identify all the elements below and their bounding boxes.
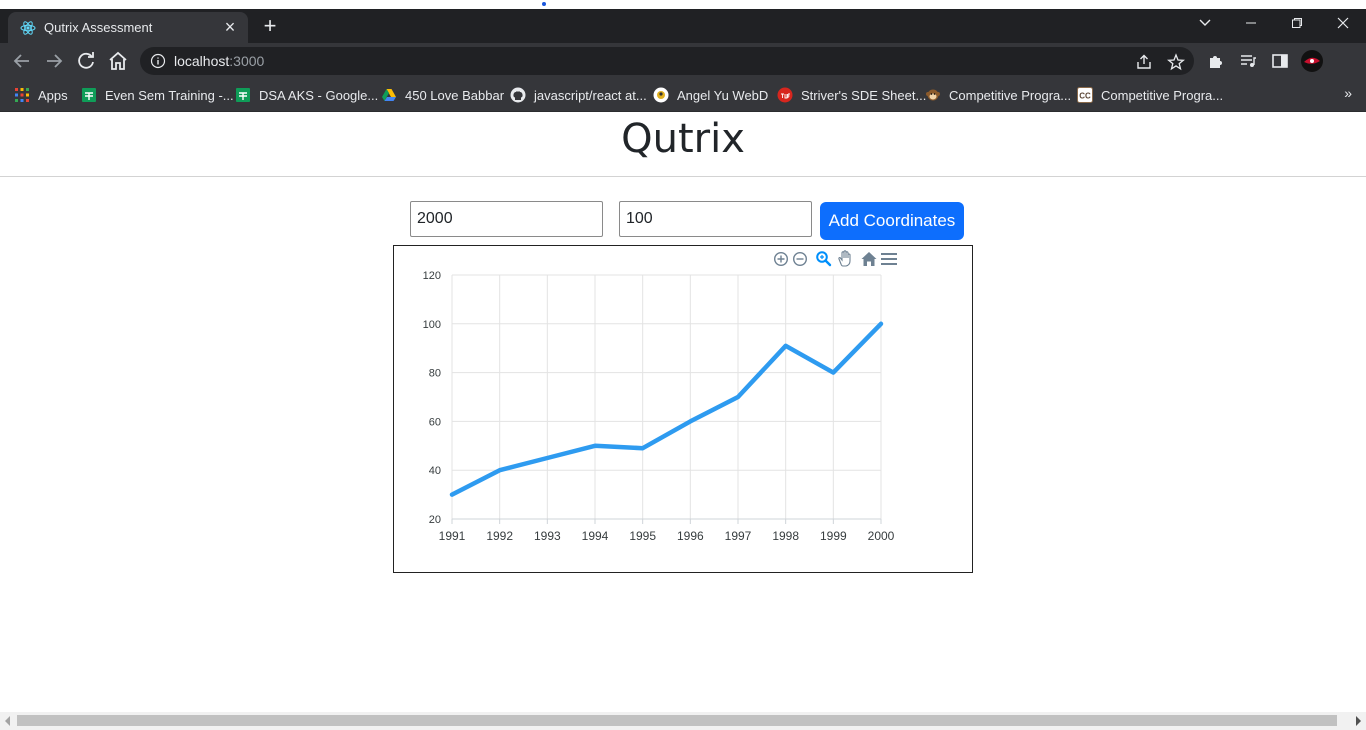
y-tick-label: 80 xyxy=(429,368,441,380)
y-tick-label: 40 xyxy=(429,465,441,477)
line-chart: 20406080100120 1991 1992 1993 1994 1995 1996 1… xyxy=(423,250,897,543)
share-icon[interactable] xyxy=(1135,53,1153,71)
scrollbar-thumb[interactable] xyxy=(17,715,1337,726)
y-tick-label: 120 xyxy=(423,270,441,282)
bookmark-label: DSA AKS - Google... xyxy=(259,87,379,103)
codechef-icon: CC xyxy=(1077,87,1093,103)
page-content: Qutrix Add Coordinates 20 40 60 80 100 120 19… xyxy=(0,112,1366,712)
close-tab-icon[interactable]: × xyxy=(220,17,240,37)
side-panel-icon[interactable] xyxy=(1271,52,1289,70)
browser-toolbar: localhost:3000 xyxy=(0,43,1366,79)
y-coordinate-input[interactable] xyxy=(619,201,812,237)
series-line xyxy=(449,321,884,497)
menu-icon[interactable] xyxy=(881,253,897,265)
profile-avatar[interactable] xyxy=(1301,50,1323,72)
url-port: :3000 xyxy=(229,53,265,69)
y-tick-label: 60 xyxy=(429,416,441,428)
restore-icon[interactable] xyxy=(1274,9,1320,37)
add-coordinates-button[interactable]: Add Coordinates xyxy=(820,202,964,240)
home-icon[interactable] xyxy=(106,49,130,73)
drive-icon xyxy=(382,89,396,101)
url-text[interactable]: localhost:3000 xyxy=(174,53,264,69)
bookmark-javascript-react[interactable]: javascript/react at... xyxy=(510,85,647,105)
new-tab-icon[interactable]: + xyxy=(258,15,282,39)
zoom-in-icon[interactable] xyxy=(773,251,789,267)
bookmarks-bar: Apps Even Sem Training -... DSA AKS - Go… xyxy=(0,79,1366,112)
reload-icon[interactable] xyxy=(74,49,98,73)
github-icon xyxy=(510,87,526,103)
site-info-icon[interactable] xyxy=(150,53,166,69)
extensions-puzzle-icon[interactable] xyxy=(1207,52,1225,70)
monkey-icon xyxy=(926,89,940,101)
bookmark-label: Striver's SDE Sheet... xyxy=(801,87,927,103)
x-tick-label: 1991 xyxy=(439,529,466,543)
bookmark-star-icon[interactable] xyxy=(1167,53,1185,71)
apps-grid-icon xyxy=(15,88,29,102)
header-divider xyxy=(0,176,1366,177)
bookmark-label: Angel Yu WebD xyxy=(677,87,769,103)
bookmark-label: 450 Love Babbar xyxy=(405,87,505,103)
sheets-icon xyxy=(236,88,250,102)
x-tick-label: 1998 xyxy=(772,529,799,543)
selection-zoom-icon[interactable] xyxy=(816,251,832,267)
x-coordinate-input[interactable] xyxy=(410,201,603,237)
bookmark-label: javascript/react at... xyxy=(534,87,647,103)
horizontal-scrollbar[interactable] xyxy=(0,712,1366,730)
bookmark-strivers-sde-sheet[interactable]: Striver's SDE Sheet... xyxy=(777,85,926,105)
reset-home-icon[interactable] xyxy=(861,252,877,266)
chart-grid xyxy=(451,274,882,520)
react-logo-icon xyxy=(20,21,36,35)
y-tick-label: 20 xyxy=(429,514,441,526)
bookmark-label: Competitive Progra... xyxy=(949,87,1072,103)
tuf-icon xyxy=(777,87,793,103)
pan-hand-icon[interactable] xyxy=(838,250,851,267)
window-top-edge xyxy=(0,0,1366,9)
bookmark-450-love-babbar[interactable]: 450 Love Babbar xyxy=(381,85,504,105)
line-chart-container: 20 40 60 80 100 120 1991 1992 1993 1994 1995 1996 1… xyxy=(393,245,973,573)
scroll-right-arrow-icon[interactable] xyxy=(1356,716,1361,726)
notion-icon xyxy=(653,87,669,103)
x-tick-label: 2000 xyxy=(868,529,895,543)
bookmarks-overflow-chevron-icon[interactable]: » xyxy=(1344,85,1352,101)
media-queue-icon[interactable] xyxy=(1239,52,1257,70)
x-tick-label: 1993 xyxy=(534,529,561,543)
x-axis: 1991 1992 1993 1994 1995 1996 1997 1998 1999 2000 xyxy=(439,518,895,543)
x-tick-label: 1995 xyxy=(629,529,656,543)
close-window-icon[interactable] xyxy=(1320,9,1366,37)
page-title: Qutrix xyxy=(621,116,745,162)
bookmark-competitive-programming-2[interactable]: CC Competitive Progra... xyxy=(1077,85,1223,105)
y-tick-label: 100 xyxy=(423,319,441,331)
minimize-icon[interactable] xyxy=(1228,9,1274,37)
tab-strip: Qutrix Assessment × + xyxy=(0,9,1366,43)
y-axis: 20 40 60 80 100 120 xyxy=(423,270,441,526)
chart-toolbar xyxy=(773,250,897,267)
indicator-dot xyxy=(542,2,546,6)
bookmark-label: Competitive Progra... xyxy=(1101,87,1224,103)
svg-text:CC: CC xyxy=(1079,92,1091,101)
bookmark-apps[interactable]: Apps xyxy=(14,85,68,105)
browser-tab-active[interactable]: Qutrix Assessment × xyxy=(8,12,248,43)
bookmark-label: Even Sem Training -... xyxy=(105,87,234,103)
back-icon[interactable] xyxy=(10,49,34,73)
x-tick-label: 1994 xyxy=(582,529,609,543)
url-host: localhost xyxy=(174,53,230,69)
bookmark-dsa-aks[interactable]: DSA AKS - Google... xyxy=(235,85,378,105)
x-tick-label: 1999 xyxy=(820,529,847,543)
bookmark-competitive-programming-1[interactable]: Competitive Progra... xyxy=(925,85,1071,105)
x-tick-label: 1992 xyxy=(486,529,513,543)
zoom-out-icon[interactable] xyxy=(792,251,808,267)
bookmark-even-sem-training[interactable]: Even Sem Training -... xyxy=(81,85,234,105)
x-tick-label: 1997 xyxy=(725,529,752,543)
address-bar[interactable]: localhost:3000 xyxy=(140,47,1194,75)
tab-title: Qutrix Assessment xyxy=(44,20,153,35)
x-tick-label: 1996 xyxy=(677,529,704,543)
sheets-icon xyxy=(82,88,96,102)
tab-search-icon[interactable] xyxy=(1182,9,1228,37)
scroll-left-arrow-icon[interactable] xyxy=(5,716,10,726)
forward-icon[interactable] xyxy=(42,49,66,73)
bookmark-angel-yu-webd[interactable]: Angel Yu WebD xyxy=(653,85,768,105)
bookmark-label: Apps xyxy=(38,87,68,103)
